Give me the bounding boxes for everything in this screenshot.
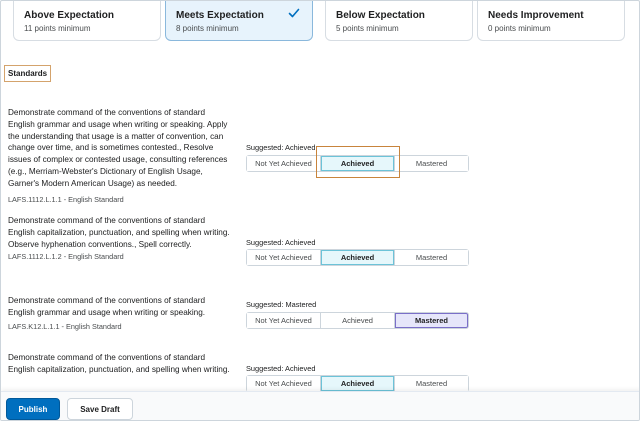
standards-heading: Standards bbox=[4, 65, 52, 82]
suggested-level: Suggested: Mastered bbox=[246, 300, 317, 309]
option-not-yet-achieved[interactable]: Not Yet Achieved bbox=[247, 376, 321, 391]
suggested-level: Suggested: Achieved bbox=[246, 143, 316, 152]
level-card-meets-expectation[interactable]: Meets Expectation 8 points minimum bbox=[165, 1, 313, 41]
option-achieved[interactable]: Achieved bbox=[321, 156, 395, 171]
option-not-yet-achieved[interactable]: Not Yet Achieved bbox=[247, 156, 321, 171]
option-mastered[interactable]: Mastered bbox=[395, 376, 468, 391]
level-points: 5 points minimum bbox=[336, 24, 399, 33]
achievement-selector: Not Yet Achieved Achieved Mastered bbox=[246, 375, 469, 392]
level-name: Meets Expectation bbox=[176, 10, 264, 21]
suggested-level: Suggested: Achieved bbox=[246, 238, 316, 247]
level-name: Needs Improvement bbox=[488, 10, 584, 21]
checkmark-icon bbox=[288, 8, 300, 18]
criterion-text: Demonstrate command of the conventions o… bbox=[8, 296, 206, 317]
level-name: Above Expectation bbox=[24, 10, 115, 21]
level-card-needs-improvement[interactable]: Needs Improvement 0 points minimum bbox=[477, 1, 625, 41]
level-card-above-expectation[interactable]: Above Expectation 11 points minimum bbox=[13, 1, 161, 41]
level-card-below-expectation[interactable]: Below Expectation 5 points minimum bbox=[325, 1, 473, 41]
achievement-selector: Not Yet Achieved Achieved Mastered bbox=[246, 312, 469, 329]
criterion-text: Demonstrate command of the conventions o… bbox=[8, 216, 230, 249]
action-footer: Publish Save Draft bbox=[1, 391, 639, 420]
publish-button[interactable]: Publish bbox=[6, 398, 60, 420]
grading-panel: Above Expectation 11 points minimum Meet… bbox=[0, 0, 640, 421]
level-points: 11 points minimum bbox=[24, 24, 91, 33]
save-draft-button[interactable]: Save Draft bbox=[67, 398, 133, 420]
level-points: 0 points minimum bbox=[488, 24, 551, 33]
criterion-text: Demonstrate command of the conventions o… bbox=[8, 108, 228, 188]
level-points: 8 points minimum bbox=[176, 24, 239, 33]
criterion-code: LAFS.K12.L.1.1 - English Standard bbox=[8, 322, 122, 331]
suggested-level: Suggested: Achieved bbox=[246, 364, 316, 373]
option-not-yet-achieved[interactable]: Not Yet Achieved bbox=[247, 313, 321, 328]
achievement-selector: Not Yet Achieved Achieved Mastered bbox=[246, 249, 469, 266]
criterion-code: LAFS.1112.L.1.1 - English Standard bbox=[8, 195, 124, 204]
rubric-levels: Above Expectation 11 points minimum Meet… bbox=[13, 1, 629, 41]
achievement-selector: Not Yet Achieved Achieved Mastered bbox=[246, 155, 469, 172]
criterion-code: LAFS.1112.L.1.2 - English Standard bbox=[8, 252, 124, 261]
option-not-yet-achieved[interactable]: Not Yet Achieved bbox=[247, 250, 321, 265]
option-mastered[interactable]: Mastered bbox=[395, 156, 468, 171]
criterion-text: Demonstrate command of the conventions o… bbox=[8, 353, 230, 374]
level-name: Below Expectation bbox=[336, 10, 425, 21]
option-mastered[interactable]: Mastered bbox=[395, 313, 468, 328]
option-mastered[interactable]: Mastered bbox=[395, 250, 468, 265]
option-achieved[interactable]: Achieved bbox=[321, 313, 395, 328]
option-achieved[interactable]: Achieved bbox=[321, 376, 395, 391]
option-achieved[interactable]: Achieved bbox=[321, 250, 395, 265]
